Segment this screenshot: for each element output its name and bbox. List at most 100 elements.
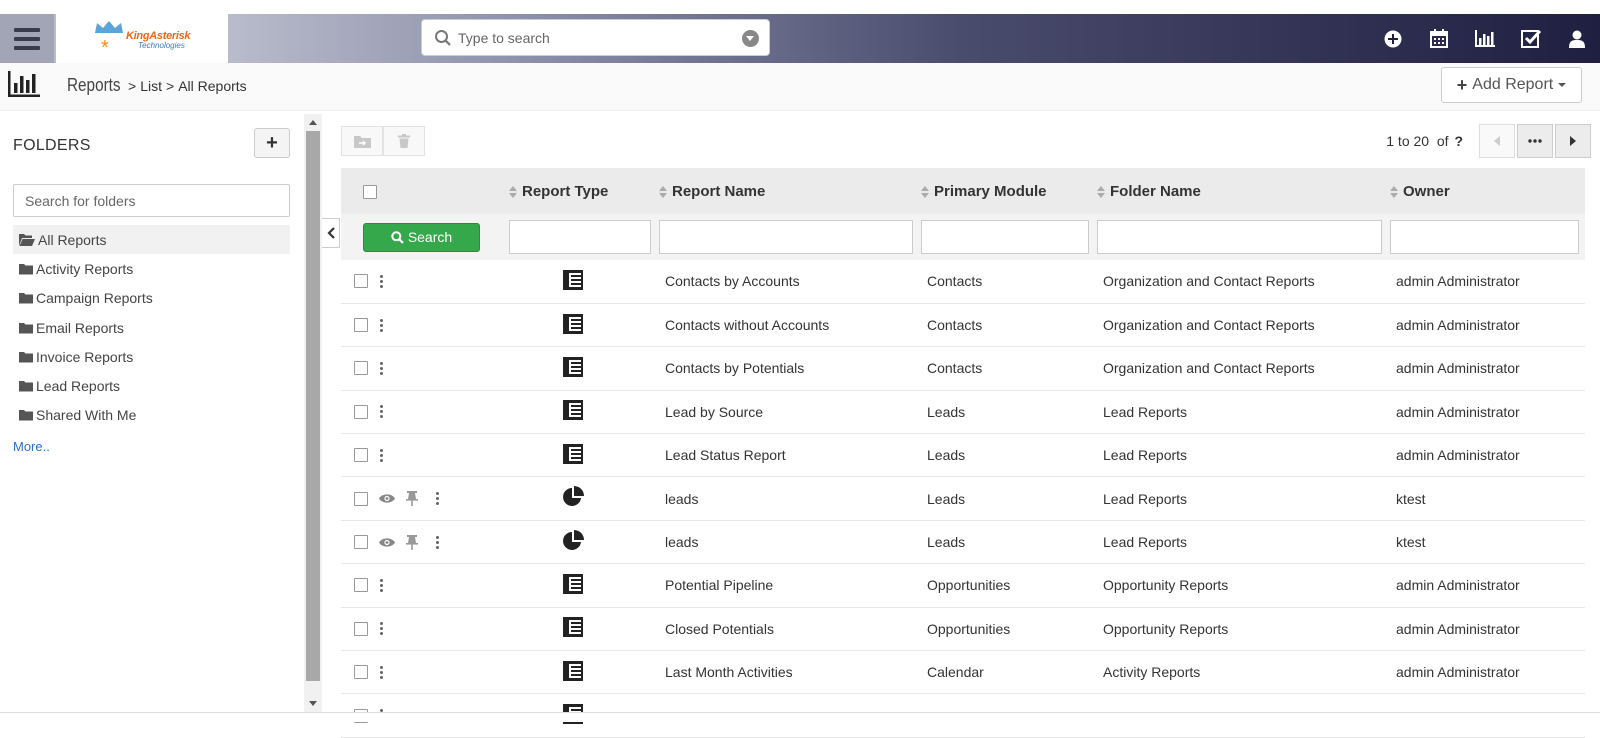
table-filter-row: Search [341,214,1585,260]
select-all-checkbox[interactable] [363,184,377,199]
reports-table: Report Type Report Name Primary Module F… [341,168,1585,738]
table-row[interactable]: Potential Pipeline Opportunities Opportuni… [341,563,1585,608]
collapse-sidebar-button[interactable] [322,218,340,248]
report-name-cell[interactable]: Contacts by Potentials [657,346,919,391]
report-name-cell[interactable]: Contacts without Accounts [657,303,919,348]
row-checkbox[interactable] [354,318,368,333]
primary-module-cell: Leads [919,520,1095,565]
report-name-cell[interactable]: Last Month Activities [657,650,919,695]
move-to-folder-button[interactable] [341,126,383,156]
table-row[interactable]: Lead Status Report Leads Lead Reports admin… [341,433,1585,478]
table-row[interactable]: leads Leads Lead Reports ktest [341,520,1585,565]
more-folders-link[interactable]: More.. [13,439,50,454]
table-row[interactable]: Closed Potentials Opportunities Opportunit… [341,607,1585,652]
scroll-down-icon[interactable] [309,701,317,706]
folder-item[interactable]: Shared With Me [13,401,290,430]
filter-report-type[interactable] [509,220,651,254]
report-name-cell[interactable]: Closed Potentials [657,607,919,652]
filter-folder-name[interactable] [1097,220,1382,254]
row-checkbox[interactable] [354,361,368,376]
folder-name-cell: Lead Reports [1095,390,1388,435]
row-checkbox[interactable] [354,274,368,289]
scroll-up-icon[interactable] [309,120,317,125]
row-actions-icon[interactable] [436,492,439,506]
report-name-cell[interactable]: Contacts by Accounts [657,260,919,304]
pin-icon[interactable] [406,534,418,550]
report-name-cell[interactable]: leads [657,520,919,565]
col-folder-name[interactable]: Folder Name [1095,168,1388,214]
folder-item[interactable]: Invoice Reports [13,342,290,371]
row-actions-icon[interactable] [380,274,383,288]
search-button[interactable]: Search [363,222,480,252]
row-actions-icon[interactable] [436,535,439,549]
user-menu-button[interactable] [1554,14,1600,63]
reports-module-icon[interactable] [8,71,40,97]
table-row[interactable]: Last Month Activities Calendar Activity Re… [341,650,1585,695]
table-row[interactable]: Contacts by Accounts Contacts Organization… [341,260,1585,304]
eye-icon[interactable] [379,493,395,504]
folder-item[interactable]: Lead Reports [13,371,290,400]
row-checkbox[interactable] [354,404,368,419]
report-name-cell[interactable]: Potential Pipeline [657,563,919,608]
quick-create-button[interactable] [1370,14,1416,63]
delete-button[interactable] [383,126,425,156]
menu-toggle-button[interactable] [0,14,54,63]
add-report-button[interactable]: + Add Report [1441,67,1582,103]
breadcrumb-module[interactable]: Reports [67,75,121,96]
page-total-count[interactable]: ? [1454,133,1463,149]
asterisk-icon: * [101,37,109,59]
report-type-cell [507,433,657,478]
breadcrumb-list[interactable]: List [140,78,162,94]
col-report-type[interactable]: Report Type [507,168,657,214]
folder-item[interactable]: Email Reports [13,313,290,342]
table-row[interactable]: leads Leads Lead Reports ktest [341,476,1585,521]
filter-owner[interactable] [1390,220,1579,254]
filter-report-name[interactable] [659,220,913,254]
reports-button[interactable] [1462,14,1508,63]
report-type-cell [507,563,657,608]
table-row[interactable]: Lead by Source Leads Lead Reports admin Adm… [341,390,1585,435]
prev-page-button[interactable] [1479,124,1515,158]
row-checkbox[interactable] [354,621,368,636]
bar-chart-icon [1475,30,1495,47]
next-page-button[interactable] [1555,124,1591,158]
folder-search-input[interactable] [13,184,290,217]
global-search-input[interactable] [458,27,738,49]
page-options-button[interactable] [1517,124,1553,158]
pin-icon[interactable] [406,491,418,507]
col-owner[interactable]: Owner [1388,168,1585,214]
sidebar-scrollbar[interactable] [304,114,322,712]
report-name-cell[interactable]: Lead Status Report [657,433,919,478]
eye-icon[interactable] [379,537,395,548]
report-name-cell[interactable]: leads [657,476,919,521]
folder-item[interactable]: All Reports [13,225,290,255]
row-actions-icon[interactable] [380,361,383,375]
row-checkbox[interactable] [354,578,368,593]
table-row[interactable]: Contacts without Accounts Contacts Organiz… [341,303,1585,348]
calendar-button[interactable] [1416,14,1462,63]
search-dropdown-icon[interactable] [742,30,759,47]
scrollbar-thumb[interactable] [306,131,320,681]
folder-name-cell: Lead Reports [1095,520,1388,565]
row-actions-icon[interactable] [380,448,383,462]
col-primary-module[interactable]: Primary Module [919,168,1095,214]
row-checkbox[interactable] [354,535,368,550]
row-actions-icon[interactable] [380,405,383,419]
tasks-button[interactable] [1508,14,1554,63]
col-report-name[interactable]: Report Name [657,168,919,214]
row-actions-icon[interactable] [380,318,383,332]
row-checkbox[interactable] [354,665,368,680]
row-checkbox[interactable] [354,448,368,463]
header-label: Owner [1403,182,1450,200]
folder-item[interactable]: Activity Reports [13,254,290,283]
folder-item[interactable]: Campaign Reports [13,284,290,313]
table-row[interactable]: Contacts by Potentials Contacts Organizati… [341,346,1585,391]
report-name-cell[interactable]: Lead by Source [657,390,919,435]
add-folder-button[interactable]: + [254,128,290,158]
company-logo[interactable]: * KingAsterisk Technologies [56,14,228,63]
row-actions-icon[interactable] [380,665,383,679]
row-checkbox[interactable] [354,491,368,506]
filter-primary-module[interactable] [921,220,1089,254]
row-actions-icon[interactable] [380,578,383,592]
row-actions-icon[interactable] [380,622,383,636]
